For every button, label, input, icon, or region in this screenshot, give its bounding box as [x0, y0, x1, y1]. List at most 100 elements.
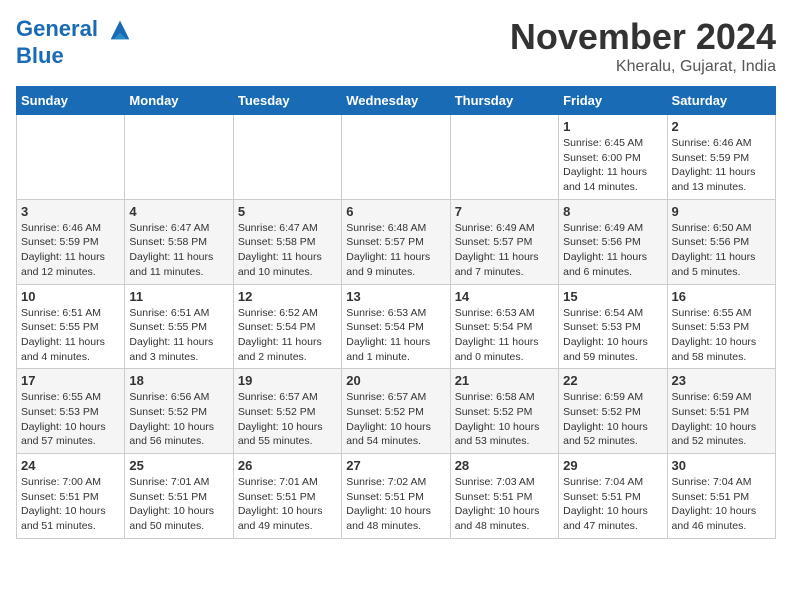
calendar-cell: 22 Sunrise: 6:59 AM Sunset: 5:52 PM Dayli…: [559, 369, 667, 454]
calendar-cell: 14 Sunrise: 6:53 AM Sunset: 5:54 PM Dayli…: [450, 284, 558, 369]
calendar-cell: 16Sunrise: 6:55 AM Sunset: 5:53 PM Dayli…: [667, 284, 775, 369]
calendar-cell: 23Sunrise: 6:59 AM Sunset: 5:51 PM Dayli…: [667, 369, 775, 454]
day-info: Sunrise: 7:04 AM Sunset: 5:51 PM Dayligh…: [672, 475, 771, 534]
calendar-cell: 8 Sunrise: 6:49 AM Sunset: 5:56 PM Daylig…: [559, 199, 667, 284]
calendar-cell: 27Sunrise: 7:02 AM Sunset: 5:51 PM Dayli…: [342, 454, 450, 539]
day-info: Sunrise: 6:55 AM Sunset: 5:53 PM Dayligh…: [21, 390, 120, 449]
calendar-body: 1Sunrise: 6:45 AM Sunset: 6:00 PM Daylig…: [17, 115, 776, 539]
calendar-cell: 21 Sunrise: 6:58 AM Sunset: 5:52 PM Dayli…: [450, 369, 558, 454]
calendar-week-row: 10Sunrise: 6:51 AM Sunset: 5:55 PM Dayli…: [17, 284, 776, 369]
calendar-cell: 1Sunrise: 6:45 AM Sunset: 6:00 PM Daylig…: [559, 115, 667, 200]
calendar-cell: 15 Sunrise: 6:54 AM Sunset: 5:53 PM Dayli…: [559, 284, 667, 369]
day-info: Sunrise: 6:47 AM Sunset: 5:58 PM Dayligh…: [129, 221, 228, 280]
day-info: Sunrise: 7:01 AM Sunset: 5:51 PM Dayligh…: [129, 475, 228, 534]
day-number: 12: [238, 289, 337, 304]
day-number: 3: [21, 204, 120, 219]
day-info: Sunrise: 6:52 AM Sunset: 5:54 PM Dayligh…: [238, 306, 337, 365]
day-number: 15: [563, 289, 662, 304]
day-info: Sunrise: 6:46 AM Sunset: 5:59 PM Dayligh…: [672, 136, 771, 195]
calendar-cell: 3 Sunrise: 6:46 AM Sunset: 5:59 PM Daylig…: [17, 199, 125, 284]
day-number: 21: [455, 373, 554, 388]
calendar-cell: 10Sunrise: 6:51 AM Sunset: 5:55 PM Dayli…: [17, 284, 125, 369]
day-info: Sunrise: 6:56 AM Sunset: 5:52 PM Dayligh…: [129, 390, 228, 449]
logo-icon: [106, 16, 134, 44]
day-number: 20: [346, 373, 445, 388]
calendar-cell: 5 Sunrise: 6:47 AM Sunset: 5:58 PM Daylig…: [233, 199, 341, 284]
weekday-header-friday: Friday: [559, 87, 667, 115]
weekday-header-saturday: Saturday: [667, 87, 775, 115]
day-info: Sunrise: 6:49 AM Sunset: 5:57 PM Dayligh…: [455, 221, 554, 280]
day-info: Sunrise: 7:01 AM Sunset: 5:51 PM Dayligh…: [238, 475, 337, 534]
calendar-cell: [450, 115, 558, 200]
calendar-cell: 9 Sunrise: 6:50 AM Sunset: 5:56 PM Daylig…: [667, 199, 775, 284]
calendar-cell: 28Sunrise: 7:03 AM Sunset: 5:51 PM Dayli…: [450, 454, 558, 539]
day-info: Sunrise: 6:51 AM Sunset: 5:55 PM Dayligh…: [21, 306, 120, 365]
day-number: 30: [672, 458, 771, 473]
weekday-header-thursday: Thursday: [450, 87, 558, 115]
day-number: 19: [238, 373, 337, 388]
day-number: 7: [455, 204, 554, 219]
calendar-cell: 20 Sunrise: 6:57 AM Sunset: 5:52 PM Dayli…: [342, 369, 450, 454]
day-info: Sunrise: 6:59 AM Sunset: 5:51 PM Dayligh…: [672, 390, 771, 449]
location: Kheralu, Gujarat, India: [510, 58, 776, 76]
day-info: Sunrise: 6:53 AM Sunset: 5:54 PM Dayligh…: [455, 306, 554, 365]
day-info: Sunrise: 6:58 AM Sunset: 5:52 PM Dayligh…: [455, 390, 554, 449]
calendar-cell: [342, 115, 450, 200]
weekday-header-tuesday: Tuesday: [233, 87, 341, 115]
day-info: Sunrise: 6:48 AM Sunset: 5:57 PM Dayligh…: [346, 221, 445, 280]
day-number: 24: [21, 458, 120, 473]
calendar-cell: 12 Sunrise: 6:52 AM Sunset: 5:54 PM Dayli…: [233, 284, 341, 369]
logo: General Blue: [16, 16, 134, 68]
logo-text: General: [16, 16, 134, 44]
day-info: Sunrise: 6:53 AM Sunset: 5:54 PM Dayligh…: [346, 306, 445, 365]
day-info: Sunrise: 7:03 AM Sunset: 5:51 PM Dayligh…: [455, 475, 554, 534]
day-number: 14: [455, 289, 554, 304]
day-info: Sunrise: 6:59 AM Sunset: 5:52 PM Dayligh…: [563, 390, 662, 449]
day-info: Sunrise: 6:45 AM Sunset: 6:00 PM Dayligh…: [563, 136, 662, 195]
day-info: Sunrise: 6:51 AM Sunset: 5:55 PM Dayligh…: [129, 306, 228, 365]
calendar-cell: 30 Sunrise: 7:04 AM Sunset: 5:51 PM Dayli…: [667, 454, 775, 539]
calendar-week-row: 1Sunrise: 6:45 AM Sunset: 6:00 PM Daylig…: [17, 115, 776, 200]
calendar-cell: [233, 115, 341, 200]
calendar-cell: 24 Sunrise: 7:00 AM Sunset: 5:51 PM Dayli…: [17, 454, 125, 539]
calendar-cell: [125, 115, 233, 200]
day-number: 13: [346, 289, 445, 304]
day-number: 26: [238, 458, 337, 473]
day-info: Sunrise: 6:47 AM Sunset: 5:58 PM Dayligh…: [238, 221, 337, 280]
day-number: 8: [563, 204, 662, 219]
day-number: 25: [129, 458, 228, 473]
day-info: Sunrise: 7:04 AM Sunset: 5:51 PM Dayligh…: [563, 475, 662, 534]
day-number: 11: [129, 289, 228, 304]
calendar-cell: [17, 115, 125, 200]
calendar-cell: 13 Sunrise: 6:53 AM Sunset: 5:54 PM Dayli…: [342, 284, 450, 369]
calendar-cell: 7 Sunrise: 6:49 AM Sunset: 5:57 PM Daylig…: [450, 199, 558, 284]
calendar-cell: 25 Sunrise: 7:01 AM Sunset: 5:51 PM Dayli…: [125, 454, 233, 539]
calendar-week-row: 24 Sunrise: 7:00 AM Sunset: 5:51 PM Dayli…: [17, 454, 776, 539]
calendar-week-row: 17Sunrise: 6:55 AM Sunset: 5:53 PM Dayli…: [17, 369, 776, 454]
title-block: November 2024 Kheralu, Gujarat, India: [510, 16, 776, 76]
day-info: Sunrise: 6:50 AM Sunset: 5:56 PM Dayligh…: [672, 221, 771, 280]
day-number: 9: [672, 204, 771, 219]
day-number: 22: [563, 373, 662, 388]
calendar-cell: 4 Sunrise: 6:47 AM Sunset: 5:58 PM Daylig…: [125, 199, 233, 284]
day-info: Sunrise: 7:02 AM Sunset: 5:51 PM Dayligh…: [346, 475, 445, 534]
calendar-week-row: 3 Sunrise: 6:46 AM Sunset: 5:59 PM Daylig…: [17, 199, 776, 284]
day-info: Sunrise: 6:57 AM Sunset: 5:52 PM Dayligh…: [346, 390, 445, 449]
calendar-cell: 29 Sunrise: 7:04 AM Sunset: 5:51 PM Dayli…: [559, 454, 667, 539]
weekday-header-monday: Monday: [125, 87, 233, 115]
page-header: General Blue November 2024 Kheralu, Guja…: [16, 16, 776, 76]
day-number: 2: [672, 119, 771, 134]
day-number: 4: [129, 204, 228, 219]
day-info: Sunrise: 6:49 AM Sunset: 5:56 PM Dayligh…: [563, 221, 662, 280]
weekday-header-sunday: Sunday: [17, 87, 125, 115]
day-info: Sunrise: 7:00 AM Sunset: 5:51 PM Dayligh…: [21, 475, 120, 534]
day-number: 29: [563, 458, 662, 473]
calendar-cell: 26 Sunrise: 7:01 AM Sunset: 5:51 PM Dayli…: [233, 454, 341, 539]
day-number: 5: [238, 204, 337, 219]
day-info: Sunrise: 6:46 AM Sunset: 5:59 PM Dayligh…: [21, 221, 120, 280]
day-info: Sunrise: 6:57 AM Sunset: 5:52 PM Dayligh…: [238, 390, 337, 449]
month-title: November 2024: [510, 16, 776, 58]
calendar-header-row: SundayMondayTuesdayWednesdayThursdayFrid…: [17, 87, 776, 115]
calendar-cell: 19 Sunrise: 6:57 AM Sunset: 5:52 PM Dayli…: [233, 369, 341, 454]
day-info: Sunrise: 6:54 AM Sunset: 5:53 PM Dayligh…: [563, 306, 662, 365]
